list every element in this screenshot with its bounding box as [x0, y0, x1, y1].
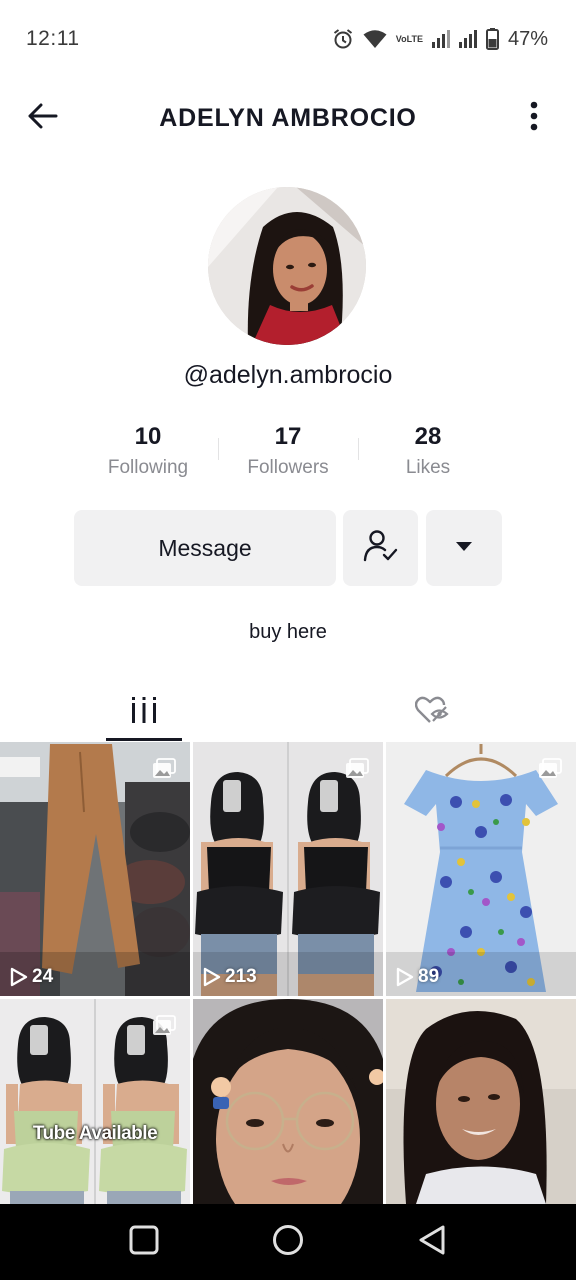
- system-nav-bar: [0, 1204, 576, 1280]
- signal-icon: [458, 30, 477, 48]
- user-check-icon: [363, 529, 399, 568]
- tab-videos[interactable]: [0, 682, 288, 742]
- view-count-text: 89: [418, 966, 440, 987]
- video-thumbnail[interactable]: [386, 999, 576, 1204]
- video-grid: 24 213 89 Tube Available: [0, 742, 576, 1204]
- stat-value: 10: [134, 423, 162, 450]
- video-thumbnail[interactable]: Tube Available: [0, 999, 190, 1204]
- profile-header: ADELYN AMBROCIO: [0, 88, 576, 148]
- thumbnail-image: [386, 999, 576, 1204]
- wifi-icon: [363, 29, 387, 49]
- stat-label: Following: [107, 457, 189, 478]
- photo-post-icon: [152, 1015, 176, 1042]
- play-icon: [10, 967, 28, 987]
- status-bar: 12:11 VoLTE 47%: [0, 0, 576, 78]
- home-button[interactable]: [263, 1222, 313, 1262]
- message-button[interactable]: Message: [74, 510, 336, 586]
- play-icon: [396, 967, 414, 987]
- suggested-accounts-button[interactable]: [426, 510, 502, 586]
- stat-label: Likes: [405, 457, 451, 478]
- view-count-text: 24: [32, 966, 54, 987]
- battery-icon: [485, 28, 499, 50]
- view-count: 89: [396, 966, 439, 988]
- tab-liked[interactable]: [288, 682, 576, 742]
- alarm-icon: [332, 28, 354, 50]
- view-count-text: 213: [225, 966, 257, 987]
- video-thumbnail[interactable]: 24: [0, 742, 190, 996]
- recent-apps-button[interactable]: [119, 1222, 169, 1262]
- thumbnail-image: [193, 999, 383, 1204]
- profile-bio: buy here: [249, 621, 327, 643]
- view-count: 24: [10, 966, 53, 988]
- video-thumbnail[interactable]: [193, 999, 383, 1204]
- username: @adelyn.ambrocio: [183, 361, 393, 389]
- following-button[interactable]: [343, 510, 418, 586]
- stat-followers[interactable]: 17 Followers: [218, 422, 358, 479]
- active-tab-indicator: [106, 738, 182, 741]
- video-thumbnail[interactable]: 89: [386, 742, 576, 996]
- photo-post-icon: [538, 758, 562, 785]
- battery-percent: 47%: [507, 27, 548, 50]
- profile-stats: 10 Following 17 Followers 28 Likes: [78, 422, 498, 488]
- grid-bars-icon: [131, 696, 157, 728]
- stat-value: 28: [414, 423, 442, 450]
- content-tabs: [0, 682, 576, 742]
- square-icon: [129, 1225, 159, 1260]
- view-count: 213: [203, 966, 257, 988]
- status-icons: VoLTE 47%: [332, 25, 548, 53]
- caret-down-icon: [455, 539, 473, 557]
- more-vertical-icon: [530, 101, 538, 136]
- photo-post-icon: [152, 758, 176, 785]
- message-button-label: Message: [158, 534, 252, 561]
- avatar[interactable]: [208, 187, 366, 345]
- stat-label: Followers: [247, 457, 329, 478]
- stat-likes[interactable]: 28 Likes: [358, 422, 498, 479]
- volte-icon: VoLTE: [395, 33, 423, 44]
- heart-hidden-icon: [414, 696, 449, 729]
- thumbnail-caption: Tube Available: [32, 1123, 158, 1144]
- signal-icon: [431, 30, 450, 48]
- page-title: ADELYN AMBROCIO: [159, 104, 417, 132]
- more-options-button[interactable]: [516, 98, 552, 138]
- status-time: 12:11: [26, 27, 80, 50]
- system-back-button[interactable]: [407, 1222, 457, 1262]
- stat-value: 17: [274, 423, 302, 450]
- play-icon: [203, 967, 221, 987]
- stat-following[interactable]: 10 Following: [78, 422, 218, 479]
- triangle-back-icon: [417, 1224, 447, 1261]
- video-thumbnail[interactable]: 213: [193, 742, 383, 996]
- photo-post-icon: [345, 758, 369, 785]
- circle-icon: [272, 1224, 304, 1261]
